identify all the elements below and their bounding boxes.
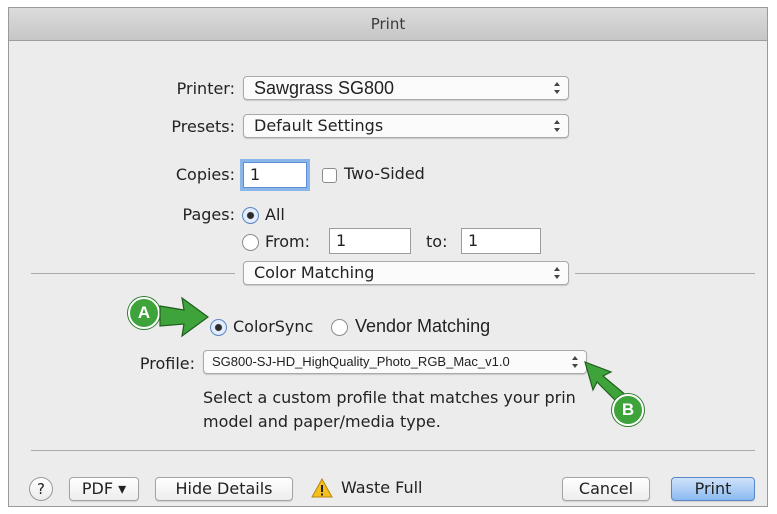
pages-from-radio[interactable] [242,234,259,251]
warning-icon [311,478,333,498]
callout-a-badge: A [128,297,160,329]
profile-description-line1: Select a custom profile that matches you… [203,388,576,407]
pages-to-field[interactable]: 1 [461,228,541,254]
popup-arrows-icon [554,82,560,94]
profile-description-line2: model and paper/media type. [203,412,441,431]
copies-label: Copies: [175,165,235,184]
section-popup[interactable]: Color Matching [243,261,569,285]
profile-value: SG800-SJ-HD_HighQuality_Photo_RGB_Mac_v1… [212,354,510,369]
printer-label: Printer: [176,79,235,98]
print-button[interactable]: Print [671,477,755,501]
pages-from-field[interactable]: 1 [329,228,411,254]
presets-popup[interactable]: Default Settings [243,114,569,138]
presets-value: Default Settings [254,116,384,135]
presets-label: Presets: [171,117,235,136]
section-separator-right [575,273,755,274]
popup-arrows-icon [572,356,578,368]
profile-popup[interactable]: SG800-SJ-HD_HighQuality_Photo_RGB_Mac_v1… [203,350,587,374]
dialog-title: Print [9,8,767,41]
warning-text: Waste Full [341,478,423,497]
footer-separator [31,450,755,451]
callout-b-badge: B [612,394,644,426]
popup-arrows-icon [554,267,560,279]
profile-label: Profile: [139,354,195,373]
pdf-menu-button[interactable]: PDF ▾ [69,477,139,501]
section-value: Color Matching [254,263,375,282]
two-sided-checkbox[interactable] [322,168,337,183]
print-dialog: Print Printer: Sawgrass SG800 Presets: D… [8,7,768,507]
popup-arrows-icon [554,120,560,132]
pages-all-radio[interactable] [242,207,259,224]
pages-all-label: All [265,205,285,224]
vendor-matching-label: Vendor Matching [355,316,491,336]
help-button[interactable]: ? [29,477,53,501]
colorsync-radio[interactable] [210,319,227,336]
pages-from-label: From: [265,232,311,251]
printer-value: Sawgrass SG800 [254,78,395,98]
cancel-button[interactable]: Cancel [562,477,650,501]
section-separator-left [31,273,235,274]
colorsync-label: ColorSync [233,317,314,336]
callout-a-arrow-icon [159,296,210,338]
pages-label: Pages: [182,205,235,224]
two-sided-label: Two-Sided [344,164,425,183]
hide-details-button[interactable]: Hide Details [155,477,293,501]
printer-popup[interactable]: Sawgrass SG800 [243,76,569,100]
copies-field[interactable]: 1 [243,162,307,188]
pages-to-label: to: [426,232,448,251]
vendor-matching-radio[interactable] [331,319,348,336]
